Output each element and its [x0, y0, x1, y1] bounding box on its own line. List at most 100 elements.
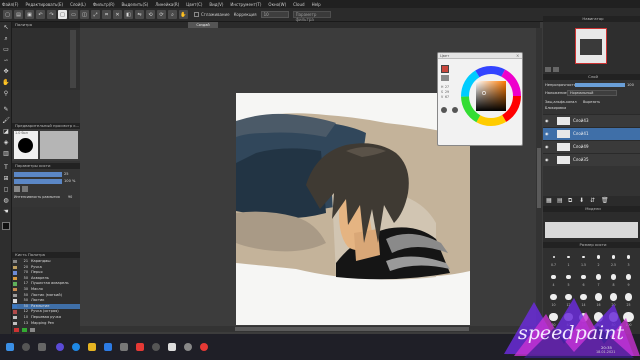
lasso-icon[interactable]: ∽ — [2, 57, 10, 65]
fill-icon[interactable]: ◧ — [124, 10, 133, 19]
hand-tool-icon[interactable]: ✋ — [2, 79, 10, 87]
invert-selection-icon[interactable]: ◫ — [80, 10, 89, 19]
transparent-color-swatch[interactable] — [441, 75, 449, 81]
tab-document[interactable]: Cоздай — [188, 22, 218, 28]
brush-size-option[interactable]: 9 — [622, 271, 635, 289]
menu-help[interactable]: Help — [312, 2, 321, 7]
navigator-thumbnail[interactable] — [575, 28, 607, 64]
color-window-titlebar[interactable]: Цвет × — [438, 53, 522, 59]
hand-grab-icon[interactable]: ☚ — [2, 208, 10, 216]
brush-size-option[interactable]: 2 — [592, 251, 605, 269]
rotate-right-icon[interactable]: ⟳ — [157, 10, 166, 19]
palette-scrollbar[interactable] — [70, 30, 76, 88]
gradient-icon[interactable]: ▥ — [2, 150, 10, 158]
brush-size-option[interactable]: 1.5 — [577, 251, 590, 269]
undo-icon[interactable]: ↶ — [36, 10, 45, 19]
brush-opacity-slider[interactable] — [14, 179, 62, 184]
menu-color[interactable]: Цвет(C) — [186, 2, 202, 7]
medibang-icon[interactable] — [168, 343, 176, 351]
rotate-left-icon[interactable]: ⟲ — [146, 10, 155, 19]
zoom-in-icon[interactable] — [553, 67, 559, 72]
new-file-icon[interactable]: ▢ — [3, 10, 12, 19]
menu-select[interactable]: Выделить(S) — [122, 2, 149, 7]
zoom-tool-icon[interactable]: ⌕ — [2, 35, 10, 43]
brush-list-item[interactable]: 50 Ластик (мягкий) — [12, 293, 80, 298]
marquee-icon[interactable]: ▭ — [2, 46, 10, 54]
menu-tool[interactable]: Инструмент(T) — [230, 2, 261, 7]
eye-icon[interactable]: ◉ — [545, 144, 550, 149]
brush-list-item[interactable]: 20 Ручка — [12, 265, 80, 270]
brush-size-option[interactable]: 8 — [607, 271, 620, 289]
brush-size-option[interactable]: 7 — [592, 271, 605, 289]
divider-icon[interactable]: ⊞ — [2, 175, 10, 183]
canvas-artwork[interactable] — [236, 93, 470, 325]
brush-shape-icon[interactable] — [14, 186, 20, 192]
protect-alpha-checkbox[interactable]: Защ.альфа-канал — [545, 100, 577, 104]
shape-icon[interactable]: ◻ — [2, 186, 10, 194]
store-icon[interactable] — [104, 343, 112, 351]
obs-icon[interactable] — [184, 343, 192, 351]
bucket-icon[interactable]: ◈ — [2, 139, 10, 147]
color-window-close-icon[interactable]: × — [516, 53, 519, 59]
hand-icon[interactable]: ✋ — [179, 10, 188, 19]
brush-settings-icon[interactable] — [30, 328, 35, 332]
menu-file[interactable]: Файл(F) — [2, 2, 18, 7]
brush-size-option[interactable]: 3 — [622, 251, 635, 269]
new-folder-icon[interactable]: ▤ — [557, 197, 563, 204]
menu-ruler[interactable]: Линейка(R) — [155, 2, 179, 7]
brush-size-option[interactable]: 1 — [562, 251, 575, 269]
add-brush-icon[interactable] — [22, 328, 27, 332]
brush-list-item[interactable]: 50 Ластик — [12, 298, 80, 303]
brush-list-item[interactable]: 30 Масло — [12, 287, 80, 292]
move-layer-icon[interactable]: ⇵ — [590, 197, 595, 204]
recorder-icon[interactable] — [200, 343, 208, 351]
horizontal-scroll-thumb[interactable] — [235, 327, 469, 331]
current-color-swatch[interactable] — [441, 65, 449, 73]
menu-view[interactable]: Вид(V) — [209, 2, 223, 7]
opera-icon[interactable] — [136, 343, 144, 351]
deselect-icon[interactable]: ▭ — [69, 10, 78, 19]
material-preview[interactable] — [545, 222, 638, 238]
menu-layer[interactable]: Слой(L) — [70, 2, 86, 7]
merge-layer-icon[interactable]: ⬇ — [579, 197, 584, 204]
flip-icon[interactable]: ⇋ — [135, 10, 144, 19]
zoom-icon[interactable]: ⌕ — [168, 10, 177, 19]
save-icon[interactable]: ▣ — [25, 10, 34, 19]
camera-icon[interactable] — [152, 343, 160, 351]
search-icon[interactable] — [22, 343, 30, 351]
move-icon[interactable]: ✥ — [2, 68, 10, 76]
layer-row[interactable]: ◉ Слой49 — [543, 140, 640, 153]
hsv-mode-icon[interactable] — [441, 107, 447, 113]
brush-size-slider[interactable] — [14, 172, 62, 177]
transform-icon[interactable]: ⤢ — [91, 10, 100, 19]
eyedropper-icon[interactable]: ⚲ — [2, 90, 10, 98]
blur-icon[interactable]: ◍ — [2, 197, 10, 205]
brush-list-item[interactable]: 12 Ручка (острая) — [12, 309, 80, 314]
brush-size-option[interactable]: 5 — [562, 271, 575, 289]
blend-mode-select[interactable]: Нормальный — [567, 90, 617, 96]
brush-texture-icon[interactable] — [22, 186, 28, 192]
brush-list-item[interactable]: 10 Перьевая ручка — [12, 315, 80, 320]
filter-parameter-field[interactable]: Параметр фильтра — [292, 11, 331, 22]
menu-edit[interactable]: Редактировать(E) — [25, 2, 63, 7]
pen-icon[interactable]: ✎ — [2, 106, 10, 114]
mail-icon[interactable] — [120, 343, 128, 351]
antialias-checkbox[interactable] — [194, 12, 199, 17]
brush-size-option[interactable]: 0.7 — [547, 251, 560, 269]
brush-list-item[interactable]: 50 Размытие — [12, 303, 80, 310]
foreground-color-swatch[interactable] — [2, 222, 10, 230]
brush-size-option[interactable]: 6 — [577, 271, 590, 289]
crop-icon[interactable]: ⌗ — [102, 10, 111, 19]
layer-row[interactable]: ◉ Слой41 — [543, 127, 640, 140]
clipping-checkbox[interactable]: Вырезать — [583, 100, 600, 104]
brush-size-option[interactable]: 2.5 — [607, 251, 620, 269]
color-wheel[interactable] — [460, 65, 522, 127]
clear-icon[interactable]: ✕ — [113, 10, 122, 19]
app-launcher-icon[interactable] — [56, 343, 64, 351]
rgb-mode-icon[interactable] — [452, 107, 458, 113]
correction-select[interactable]: 10 — [260, 11, 289, 18]
eraser-icon[interactable]: ◪ — [2, 128, 10, 136]
vertical-scroll-thumb[interactable] — [537, 148, 541, 208]
brush-size-option[interactable]: 4 — [547, 271, 560, 289]
menu-cloud[interactable]: Cloud — [293, 2, 304, 7]
